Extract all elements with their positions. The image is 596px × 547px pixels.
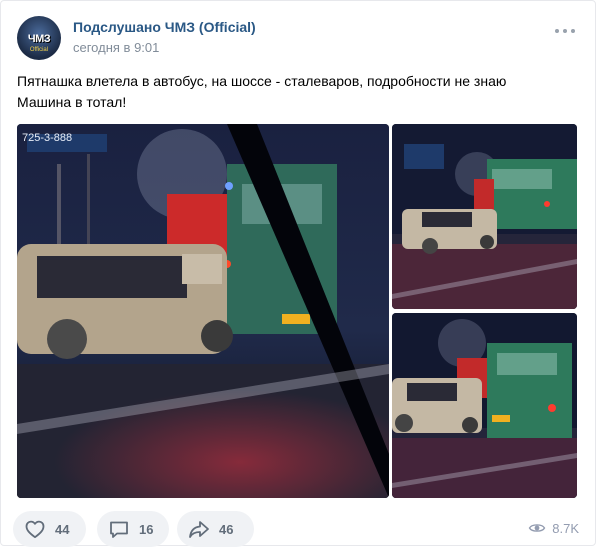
photo-third[interactable] bbox=[392, 313, 577, 498]
avatar-logo-text: ЧМЗ bbox=[27, 33, 51, 45]
post-time[interactable]: сегодня в 9:01 bbox=[73, 40, 159, 55]
photo-main[interactable]: 725-3-888 bbox=[17, 124, 389, 498]
avatar-logo-subtext: Official bbox=[29, 47, 49, 53]
share-icon bbox=[189, 521, 209, 538]
like-button[interactable]: 44 bbox=[13, 511, 86, 547]
post-text-line: Машина в тотал! bbox=[17, 94, 127, 110]
eye-icon bbox=[528, 524, 546, 532]
comment-count: 16 bbox=[139, 521, 154, 537]
post-text-line: Пятнашка влетела в автобус, на шоссе - с… bbox=[17, 73, 507, 89]
views-count: 8.7K bbox=[552, 520, 579, 536]
share-count: 46 bbox=[219, 521, 234, 537]
more-options-icon[interactable] bbox=[555, 27, 575, 35]
post-card: ЧМЗ Official Подслушано ЧМЗ (Official) с… bbox=[0, 0, 596, 547]
share-button[interactable]: 46 bbox=[177, 511, 254, 547]
post-text: Пятнашка влетела в автобус, на шоссе - с… bbox=[17, 71, 577, 113]
comment-icon bbox=[110, 521, 128, 538]
heart-icon bbox=[25, 520, 45, 539]
like-count: 44 bbox=[55, 521, 70, 537]
views-counter: 8.7K bbox=[528, 519, 579, 537]
photo-second[interactable] bbox=[392, 124, 577, 309]
comment-button[interactable]: 16 bbox=[97, 511, 169, 547]
car-crash-photo-icon bbox=[392, 124, 577, 309]
car-crash-photo-icon: 725-3-888 bbox=[17, 124, 389, 498]
avatar[interactable]: ЧМЗ Official bbox=[17, 16, 61, 60]
car-crash-photo-icon bbox=[392, 313, 577, 498]
sign-text: 725-3-888 bbox=[22, 132, 72, 144]
post-author[interactable]: Подслушано ЧМЗ (Official) bbox=[73, 19, 256, 35]
